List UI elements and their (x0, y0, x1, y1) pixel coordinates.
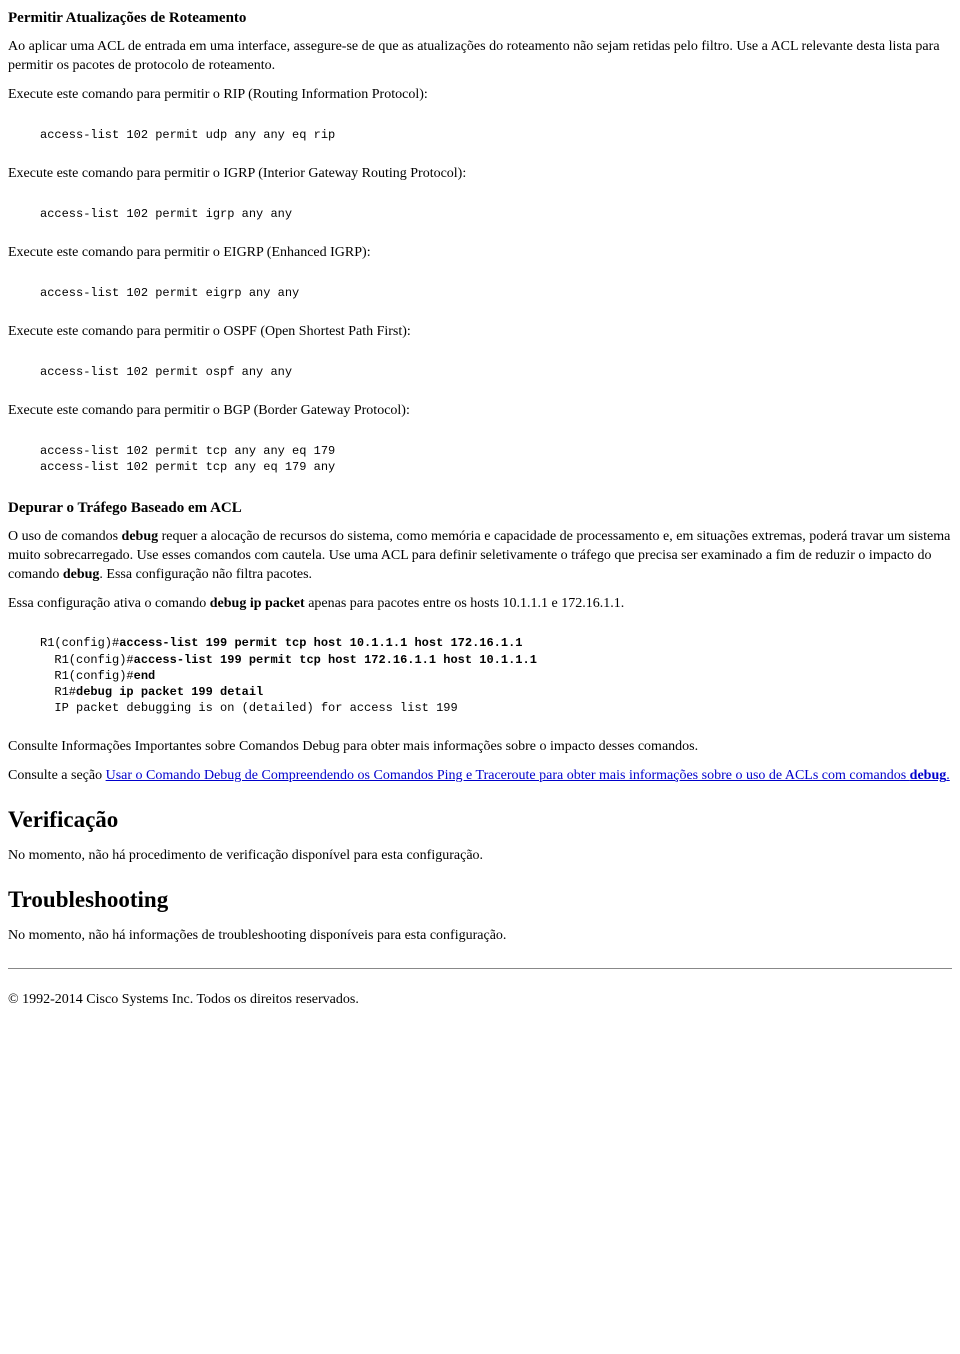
ospf-text: Execute este comando para permitir o OSP… (8, 323, 952, 342)
output: IP packet debugging is on (detailed) for… (40, 701, 458, 715)
cmd: end (134, 669, 156, 683)
debug-after2: Consulte a seção Usar o Comando Debug de… (8, 767, 952, 786)
cmd: access-list 199 permit tcp host 10.1.1.1… (119, 636, 522, 650)
text: Essa configuração ativa o comando (8, 596, 210, 611)
text: O uso de comandos (8, 529, 122, 544)
text: apenas para pacotes entre os hosts 10.1.… (305, 596, 625, 611)
prompt: R1(config)# (40, 636, 119, 650)
bgp-text: Execute este comando para permitir o BGP… (8, 402, 952, 421)
link-bold: debug (910, 768, 947, 783)
troubleshooting-text: No momento, não há informações de troubl… (8, 927, 952, 946)
text: . Essa configuração não filtra pacotes. (99, 567, 312, 582)
verification-text: No momento, não há procedimento de verif… (8, 847, 952, 866)
eigrp-text: Execute este comando para permitir o EIG… (8, 244, 952, 263)
routing-updates-title: Permitir Atualizações de Roteamento (8, 8, 952, 28)
prompt: R1(config)# (40, 653, 134, 667)
ospf-code: access-list 102 permit ospf any any (40, 364, 952, 380)
cmd: debug ip packet 199 detail (76, 685, 263, 699)
link-text: Usar o Comando Debug de Compreendendo os… (106, 768, 910, 783)
debug-link[interactable]: Usar o Comando Debug de Compreendendo os… (106, 768, 950, 783)
text: Consulte a seção (8, 768, 106, 783)
rip-code: access-list 102 permit udp any any eq ri… (40, 127, 952, 143)
igrp-code: access-list 102 permit igrp any any (40, 206, 952, 222)
link-tail: . (946, 768, 950, 783)
divider (8, 968, 952, 969)
prompt: R1(config)# (40, 669, 134, 683)
eigrp-code: access-list 102 permit eigrp any any (40, 285, 952, 301)
igrp-text: Execute este comando para permitir o IGR… (8, 165, 952, 184)
prompt: R1# (40, 685, 76, 699)
debug-config-code: R1(config)#access-list 199 permit tcp ho… (40, 635, 952, 716)
debug-ip-packet-bold: debug ip packet (210, 596, 305, 611)
debug-acl-title: Depurar o Tráfego Baseado em ACL (8, 498, 952, 518)
routing-updates-intro: Ao aplicar uma ACL de entrada em uma int… (8, 38, 952, 76)
troubleshooting-title: Troubleshooting (8, 884, 952, 915)
bgp-code: access-list 102 permit tcp any any eq 17… (40, 443, 952, 475)
rip-text: Execute este comando para permitir o RIP… (8, 86, 952, 105)
cmd: access-list 199 permit tcp host 172.16.1… (134, 653, 537, 667)
debug-para2: Essa configuração ativa o comando debug … (8, 595, 952, 614)
debug-para1: O uso de comandos debug requer a alocaçã… (8, 528, 952, 585)
debug-after1: Consulte Informações Importantes sobre C… (8, 738, 952, 757)
verification-title: Verificação (8, 804, 952, 835)
debug-bold-2: debug (63, 567, 100, 582)
debug-bold: debug (122, 529, 159, 544)
copyright-footer: © 1992-2014 Cisco Systems Inc. Todos os … (8, 991, 952, 1010)
